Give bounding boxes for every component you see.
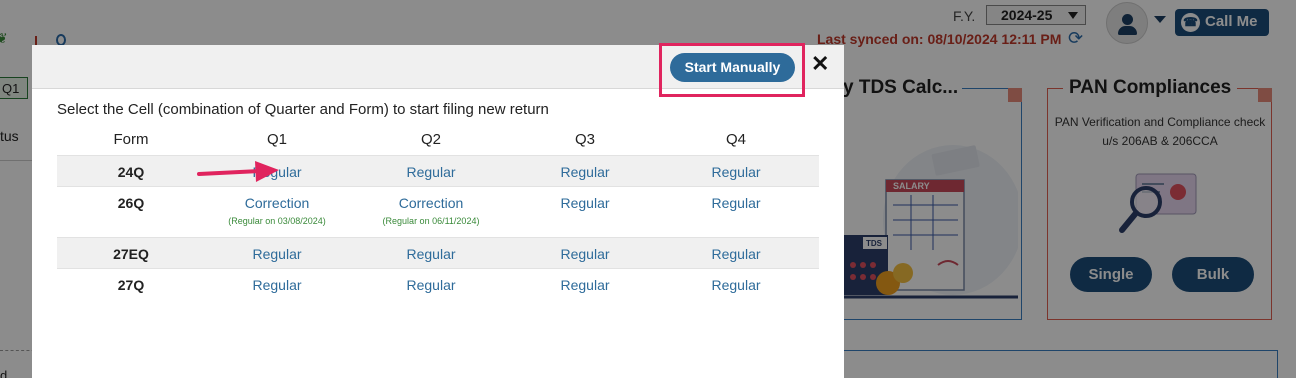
cell-27q-q3[interactable]: Regular — [510, 277, 660, 293]
grid-header-row: Form Q1 Q2 Q3 Q4 — [57, 125, 819, 153]
cell-27eq-q2[interactable]: Regular — [356, 246, 506, 262]
return-link[interactable]: Regular — [202, 277, 352, 293]
return-link[interactable]: Regular — [510, 164, 660, 180]
cell-27q-q4[interactable]: Regular — [661, 277, 811, 293]
header-q1: Q1 — [266, 131, 287, 148]
cell-27eq-q1[interactable]: Regular — [202, 246, 352, 262]
form-label: 27EQ — [113, 246, 149, 262]
cell-27eq-q3[interactable]: Regular — [510, 246, 660, 262]
arrow-annotation-icon — [197, 161, 279, 182]
return-link[interactable]: Regular — [661, 164, 811, 180]
return-link[interactable]: Regular — [661, 246, 811, 262]
cell-26q-q3[interactable]: Regular — [510, 195, 660, 211]
return-link[interactable]: Correction — [356, 195, 506, 211]
close-icon[interactable]: ✕ — [811, 52, 829, 76]
correction-note: (Regular on 03/08/2024) — [228, 216, 326, 226]
cell-26q-q1[interactable]: Correction (Regular on 03/08/2024) — [202, 195, 352, 226]
table-row: 27Q Regular Regular Regular Regular — [57, 268, 819, 299]
cell-27q-q2[interactable]: Regular — [356, 277, 506, 293]
cell-26q-q2[interactable]: Correction (Regular on 06/11/2024) — [356, 195, 506, 226]
form-label: 26Q — [117, 195, 145, 211]
table-row: 27EQ Regular Regular Regular Regular — [57, 237, 819, 268]
modal-instructions: Select the Cell (combination of Quarter … — [57, 101, 549, 118]
return-link[interactable]: Correction — [202, 195, 352, 211]
new-return-modal: Start Manually ✕ Select the Cell (combin… — [32, 43, 844, 378]
return-link[interactable]: Regular — [356, 164, 506, 180]
return-link[interactable]: Regular — [202, 246, 352, 262]
return-link[interactable]: Regular — [510, 246, 660, 262]
form-label: 27Q — [117, 277, 145, 293]
return-link[interactable]: Regular — [356, 277, 506, 293]
correction-note: (Regular on 06/11/2024) — [382, 216, 480, 226]
form-label: 24Q — [117, 164, 145, 180]
header-q3: Q3 — [574, 131, 595, 148]
return-link[interactable]: Regular — [510, 195, 660, 211]
cell-27q-q1[interactable]: Regular — [202, 277, 352, 293]
header-form: Form — [113, 131, 149, 148]
header-q4: Q4 — [725, 131, 746, 148]
return-link[interactable]: Regular — [356, 246, 506, 262]
table-row: 26Q Correction (Regular on 03/08/2024) C… — [57, 186, 819, 237]
cell-24q-q3[interactable]: Regular — [510, 164, 660, 180]
cell-26q-q4[interactable]: Regular — [661, 195, 811, 211]
return-link[interactable]: Regular — [661, 195, 811, 211]
table-row: 24Q Regular Regular Regular Regular — [57, 155, 819, 186]
start-manually-button[interactable]: Start Manually — [670, 53, 795, 82]
cell-27eq-q4[interactable]: Regular — [661, 246, 811, 262]
cell-24q-q2[interactable]: Regular — [356, 164, 506, 180]
return-link[interactable]: Regular — [661, 277, 811, 293]
cell-24q-q4[interactable]: Regular — [661, 164, 811, 180]
header-q2: Q2 — [420, 131, 441, 148]
return-link[interactable]: Regular — [510, 277, 660, 293]
